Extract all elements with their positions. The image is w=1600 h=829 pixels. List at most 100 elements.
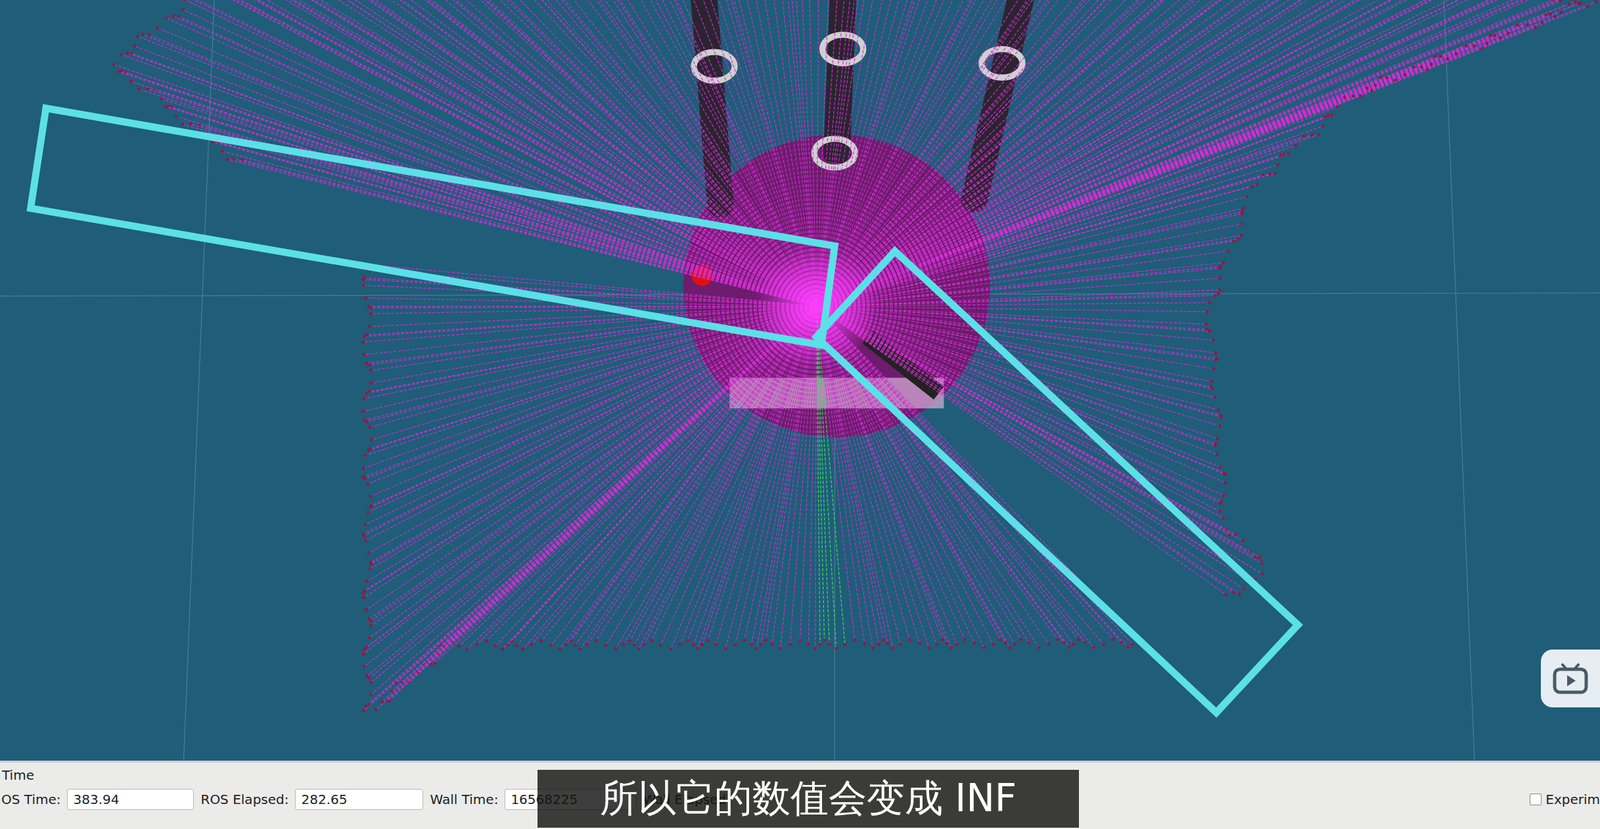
scan-point [1013, 642, 1017, 646]
scan-point [1222, 493, 1226, 497]
experimental-option[interactable]: Experim [1529, 791, 1600, 807]
scan-point [806, 641, 811, 646]
laser-ray [327, 0, 817, 307]
scan-point [843, 642, 847, 646]
scan-point [578, 647, 583, 651]
scan-point [1559, 10, 1563, 14]
laser-ray [472, 0, 817, 307]
laser-ray [816, 0, 1190, 307]
scan-point [1261, 173, 1265, 177]
laser-ray [366, 306, 817, 610]
3d-viewport[interactable] [0, 0, 1600, 761]
scan-point [1126, 645, 1130, 649]
laser-ray [448, 0, 817, 307]
scan-point [1208, 329, 1212, 333]
scan-point [1294, 143, 1298, 148]
time-field[interactable]: 383.94 [67, 788, 194, 810]
scan-point [365, 645, 369, 650]
scan-point [129, 80, 133, 84]
scan-point [367, 363, 372, 367]
scan-point [141, 32, 145, 37]
laser-ray [816, 11, 1561, 306]
field-label: ROS Elapsed: [200, 791, 289, 807]
scan-point [642, 642, 646, 646]
laser-ray [816, 95, 1361, 307]
laser-ray [816, 24, 1527, 307]
laser-ray [272, 0, 817, 307]
laser-ray [816, 0, 1566, 307]
scan-point [743, 638, 747, 642]
scan-point [685, 638, 690, 642]
laser-ray [166, 18, 817, 307]
laser-ray [816, 306, 1122, 642]
scan-point [367, 702, 371, 706]
laser-ray [816, 95, 1353, 307]
scan-point [764, 638, 768, 642]
scan-point [1260, 572, 1265, 576]
scan-point [1239, 233, 1244, 238]
scan-point [1213, 293, 1217, 298]
scan-point [369, 560, 373, 564]
laser-ray [816, 155, 1280, 307]
laser-ray [816, 306, 1259, 558]
laser-ray [816, 211, 1242, 307]
scan-point [700, 642, 704, 646]
laser-ray [343, 0, 817, 307]
bilibili-icon[interactable] [1540, 649, 1600, 708]
scan-point [1281, 153, 1286, 157]
scan-point [1205, 310, 1210, 314]
laser-ray [366, 306, 817, 648]
scan-point [1218, 501, 1222, 505]
scan-point [1019, 638, 1023, 642]
laser-ray [363, 306, 817, 536]
scan-point [362, 418, 366, 422]
scan-point [362, 532, 366, 536]
scan-point [1245, 195, 1249, 199]
scan-point [116, 70, 121, 74]
scan-point [1241, 538, 1245, 543]
experimental-checkbox[interactable] [1529, 793, 1542, 805]
scan-point [1464, 44, 1468, 48]
scan-point [494, 643, 498, 648]
laser-ray [816, 136, 1304, 307]
scan-point [1365, 86, 1369, 91]
scan-point [367, 389, 372, 393]
scene[interactable] [0, 0, 1600, 761]
scan-point [365, 674, 369, 678]
scan-point [1062, 640, 1066, 644]
scan-point [1221, 516, 1225, 520]
scan-point [1577, 1, 1581, 6]
scan-point [949, 645, 953, 650]
laser-ray [816, 134, 1312, 307]
laser-ray [816, 306, 1079, 640]
laser-ray [816, 306, 1215, 397]
scan-point [955, 642, 959, 646]
scan-point [1473, 44, 1477, 48]
scan-point [1393, 78, 1397, 82]
scan-point [457, 643, 461, 648]
scan-point [369, 312, 374, 316]
scan-point [1485, 42, 1489, 46]
laser-ray [816, 6, 1588, 307]
laser-ray [369, 306, 817, 392]
scan-point [145, 87, 150, 91]
laser-ray [816, 1, 1576, 307]
scan-point [963, 638, 967, 642]
scan-point [1540, 21, 1544, 25]
scan-point [137, 87, 141, 91]
scan-point [927, 645, 931, 650]
scan-point [1321, 124, 1325, 129]
scan-point [770, 642, 775, 646]
laser-ray [816, 306, 1064, 643]
time-field[interactable]: 282.65 [295, 788, 424, 810]
scan-point [1055, 637, 1060, 641]
scan-point [1120, 640, 1124, 644]
scan-point [1226, 249, 1231, 253]
laser-ray [429, 0, 817, 307]
scan-point [363, 275, 367, 280]
laser-ray [816, 74, 1405, 307]
laser-ray [353, 0, 817, 307]
scan-point [364, 361, 368, 365]
scan-point [1215, 452, 1219, 457]
scan-point [362, 595, 366, 599]
